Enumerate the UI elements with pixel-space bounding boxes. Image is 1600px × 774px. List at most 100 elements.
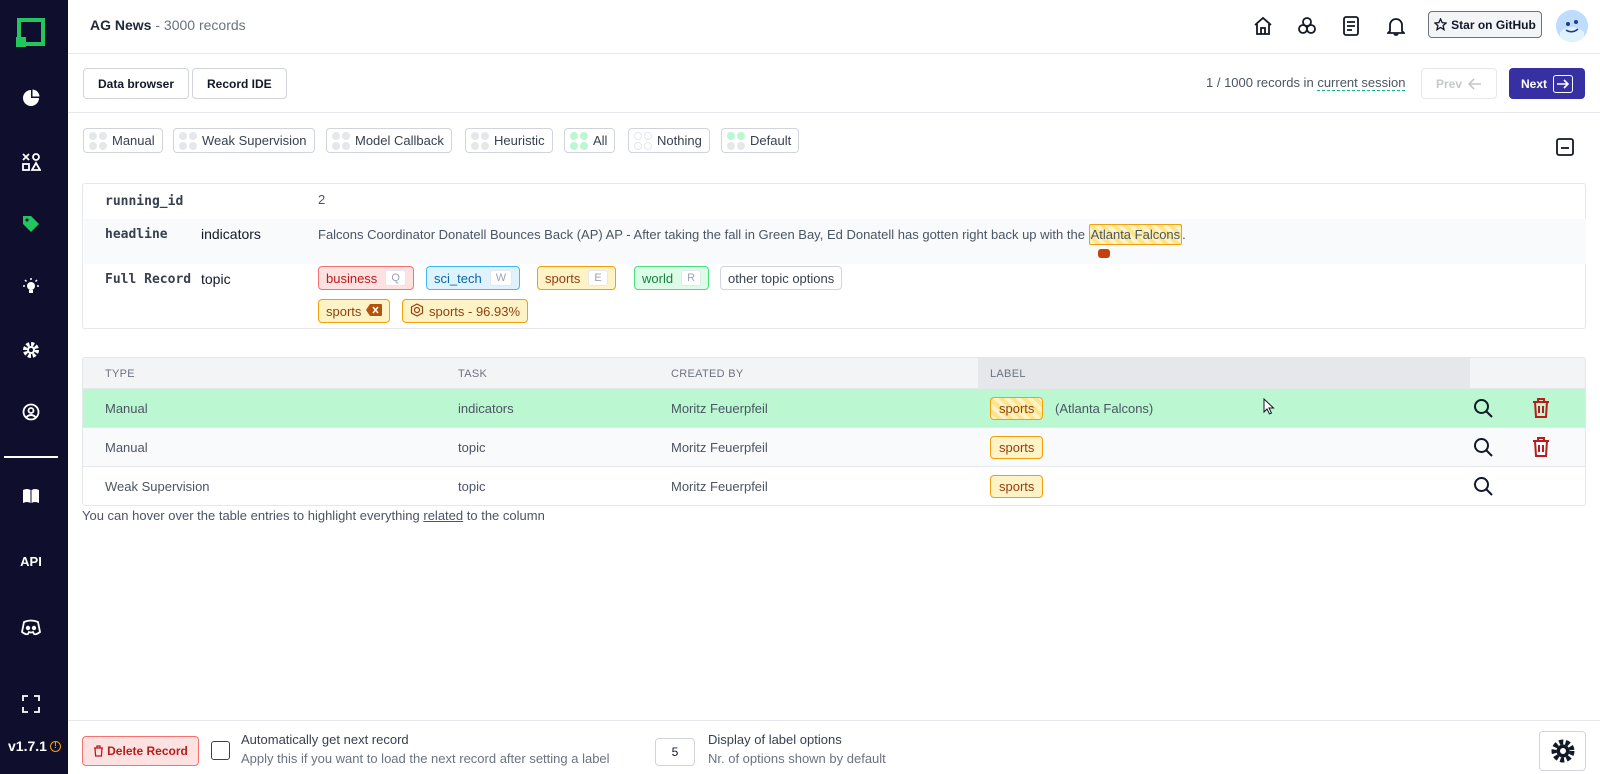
prev-label: Prev (1435, 76, 1463, 91)
attribute-value-running-id: 2 (318, 192, 326, 207)
auto-next-description: Apply this if you want to load the next … (241, 751, 610, 766)
display-options-title: Display of label options (708, 732, 842, 747)
source-dots-icon (570, 131, 588, 150)
bottom-settings-bar: Delete Record Automatically get next rec… (68, 720, 1600, 774)
attribute-name-headline: headline (105, 227, 168, 242)
search-icon[interactable] (1473, 437, 1493, 460)
task-name-topic: topic (201, 271, 231, 287)
label-option-text: world (642, 270, 674, 286)
hint-related-link[interactable]: related (423, 508, 463, 523)
source-dots-icon (634, 131, 652, 150)
attribute-value-headline: Falcons Coordinator Donatell Bounces Bac… (318, 224, 1568, 245)
table-row[interactable]: Manual topic Moritz Feuerpfeil sports (83, 428, 1585, 467)
header-type: TYPE (105, 368, 135, 380)
collapse-panel-icon[interactable] (1556, 138, 1574, 159)
hotkey-badge: E (588, 270, 608, 286)
overview-icon[interactable] (19, 86, 43, 110)
trash-icon[interactable] (1532, 398, 1550, 421)
trash-icon (94, 745, 104, 757)
page-title: AG News - 3000 records (90, 17, 246, 33)
label-option-sports[interactable]: sports E (537, 266, 616, 290)
arrow-right-icon (1553, 74, 1573, 93)
label-option-text: business (326, 270, 378, 286)
api-icon[interactable]: API (0, 554, 62, 569)
settings-icon[interactable] (19, 338, 43, 362)
trash-icon[interactable] (1532, 437, 1550, 460)
record-navigation-bar: Data browser Record IDE 1 / 1000 records… (68, 54, 1600, 113)
hotkey-badge: Q (385, 270, 406, 286)
cell-label-chip: sports (990, 475, 1044, 498)
span-label-marker[interactable] (1098, 249, 1110, 258)
label-column-highlight (978, 358, 1470, 389)
other-topic-options-button[interactable]: other topic options (720, 266, 843, 290)
sidebar-divider (4, 456, 58, 458)
home-icon[interactable] (1251, 14, 1275, 38)
filter-pill-heuristic[interactable]: Heuristic (465, 128, 553, 153)
filter-pill-label: Manual (112, 133, 155, 148)
discord-icon[interactable] (19, 616, 43, 640)
search-icon[interactable] (1473, 476, 1493, 499)
filter-pill-model-callback[interactable]: Model Callback (326, 128, 452, 153)
filter-pill-manual[interactable]: Manual (83, 128, 163, 153)
model-callback-icon (410, 302, 424, 320)
next-button[interactable]: Next (1509, 68, 1585, 99)
docs-icon[interactable] (19, 484, 43, 508)
filter-pill-default[interactable]: Default (721, 128, 800, 153)
logo-icon[interactable] (16, 17, 46, 47)
label-option-sci-tech[interactable]: sci_tech W (426, 266, 521, 290)
data-browser-button[interactable]: Data browser (83, 68, 190, 99)
filter-pill-all[interactable]: All (564, 128, 616, 153)
labeling-icon[interactable] (19, 212, 43, 236)
headline-text-end: . (1182, 227, 1186, 242)
label-option-business[interactable]: business Q (318, 266, 414, 290)
delete-record-button[interactable]: Delete Record (82, 736, 199, 766)
info-icon[interactable]: ! (49, 740, 61, 752)
gear-icon (1551, 739, 1574, 763)
projects-icon[interactable] (1295, 14, 1319, 38)
avatar[interactable] (1556, 10, 1588, 42)
notification-bell-icon[interactable] (1384, 14, 1408, 38)
cell-label-chip: sports (990, 397, 1044, 420)
cell-type: Manual (105, 401, 148, 416)
project-name: AG News (90, 17, 152, 33)
filter-pill-label: Default (750, 133, 792, 148)
star-on-github-button[interactable]: Star on GitHub (1428, 11, 1542, 38)
fullscreen-icon[interactable] (19, 692, 43, 716)
table-row[interactable]: Weak Supervision topic Moritz Feuerpfeil sp… (83, 467, 1585, 505)
set-label-text: sports (326, 303, 362, 319)
filter-pill-weak-supervision[interactable]: Weak Supervision (173, 128, 315, 153)
filter-pill-label: All (593, 133, 608, 148)
label-options-count-input[interactable] (655, 738, 695, 766)
label-option-text: sci_tech (434, 270, 482, 286)
labeling-tasks-icon[interactable] (19, 150, 43, 174)
filter-pill-label: Nothing (657, 133, 702, 148)
current-session-link[interactable]: current session (1317, 75, 1406, 91)
source-dots-icon (332, 131, 350, 150)
remove-label-icon[interactable] (366, 303, 383, 319)
cell-task: indicators (458, 401, 514, 416)
filter-pill-nothing[interactable]: Nothing (628, 128, 710, 153)
star-icon (1434, 18, 1448, 31)
prediction-chip[interactable]: sports - 96.93% (402, 299, 529, 323)
filter-pill-label: Heuristic (494, 133, 545, 148)
account-icon[interactable] (19, 400, 43, 424)
table-header: TYPE TASK CREATED BY LABEL (83, 358, 1585, 389)
search-icon[interactable] (1473, 398, 1493, 421)
auto-next-checkbox[interactable] (211, 741, 230, 760)
record-ide-button[interactable]: Record IDE (192, 68, 287, 99)
label-option-text: sports (545, 270, 581, 286)
label-option-world[interactable]: world R (634, 266, 710, 290)
heuristics-icon[interactable] (19, 275, 43, 299)
headline-text: Falcons Coordinator Donatell Bounces Bac… (318, 227, 1089, 242)
set-label-chip[interactable]: sports (318, 299, 391, 323)
hint-text-end: to the column (466, 508, 545, 523)
prev-button[interactable]: Prev (1421, 68, 1497, 99)
cell-type: Weak Supervision (105, 479, 210, 494)
filter-pill-label: Weak Supervision (202, 133, 307, 148)
display-options-description: Nr. of options shown by default (708, 751, 886, 766)
labeled-span[interactable]: Atlanta Falcons (1088, 224, 1183, 245)
table-row[interactable]: Manual indicators Moritz Feuerpfeil sports (… (83, 389, 1585, 428)
attribute-name-full-record: Full Record (105, 272, 192, 287)
settings-button[interactable] (1539, 731, 1586, 771)
changelog-icon[interactable] (1339, 14, 1363, 38)
